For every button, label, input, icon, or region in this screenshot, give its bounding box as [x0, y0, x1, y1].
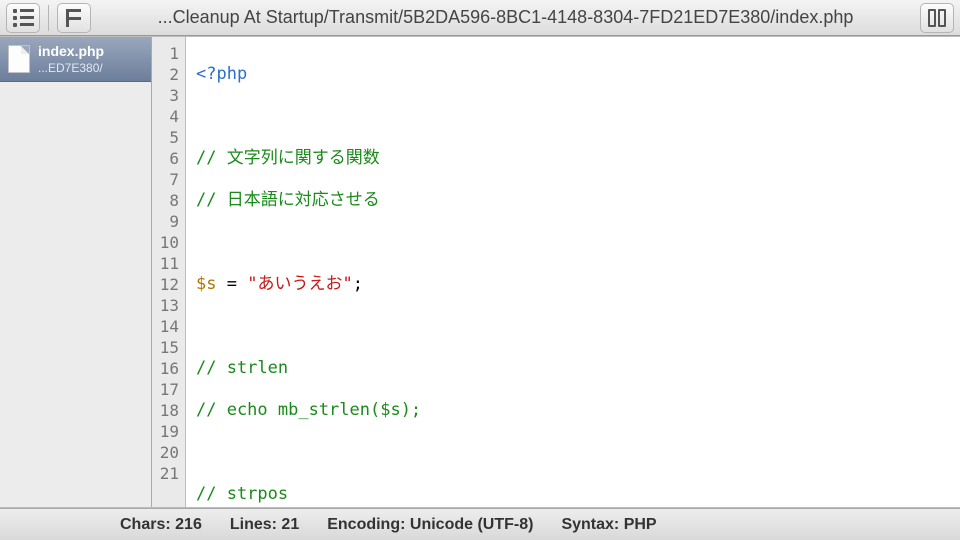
status-encoding: Encoding: Unicode (UTF-8)	[327, 516, 533, 534]
status-chars: Chars: 216	[120, 516, 202, 534]
line-number: 1	[152, 43, 185, 64]
code-line	[196, 316, 950, 337]
window-title: ...Cleanup At Startup/Transmit/5B2DA596-…	[97, 7, 914, 28]
line-number: 12	[152, 274, 185, 295]
line-number: 21	[152, 463, 185, 484]
list-icon	[13, 9, 34, 27]
code-line: <?php	[196, 64, 950, 85]
open-file-tab[interactable]: index.php ...ED7E380/	[0, 37, 151, 82]
line-number: 5	[152, 127, 185, 148]
status-lines: Lines: 21	[230, 516, 299, 534]
line-number: 10	[152, 232, 185, 253]
line-number: 6	[152, 148, 185, 169]
file-tab-text: index.php ...ED7E380/	[38, 43, 104, 75]
line-number: 16	[152, 358, 185, 379]
file-path: ...ED7E380/	[38, 61, 104, 75]
line-number: 14	[152, 316, 185, 337]
tree-icon	[64, 9, 84, 27]
code-line	[196, 232, 950, 253]
code-line: // strlen	[196, 358, 950, 379]
line-number: 4	[152, 106, 185, 127]
code-line: // strpos	[196, 484, 950, 505]
line-number: 20	[152, 442, 185, 463]
code-line: // 文字列に関する関数	[196, 148, 950, 169]
status-bar: Chars: 216 Lines: 21 Encoding: Unicode (…	[0, 508, 960, 540]
line-number: 19	[152, 421, 185, 442]
columns-icon	[928, 9, 946, 27]
status-syntax: Syntax: PHP	[561, 516, 656, 534]
line-number: 9	[152, 211, 185, 232]
file-icon	[8, 45, 30, 73]
code-line	[196, 106, 950, 127]
view-list-button[interactable]	[6, 3, 40, 33]
line-number: 7	[152, 169, 185, 190]
view-tree-button[interactable]	[57, 3, 91, 33]
line-number: 15	[152, 337, 185, 358]
line-number: 3	[152, 85, 185, 106]
toolbar-separator	[48, 5, 49, 31]
code-editor[interactable]: <?php // 文字列に関する関数 // 日本語に対応させる $s = "あい…	[186, 37, 960, 507]
line-number: 17	[152, 379, 185, 400]
file-name: index.php	[38, 43, 104, 59]
line-number: 8	[152, 190, 185, 211]
main-body: index.php ...ED7E380/ 123456789101112131…	[0, 36, 960, 508]
line-number-gutter: 123456789101112131415161718192021	[152, 37, 186, 507]
line-number: 13	[152, 295, 185, 316]
sidebar: index.php ...ED7E380/	[0, 37, 152, 507]
line-number: 11	[152, 253, 185, 274]
code-line: $s = "あいうえお";	[196, 274, 950, 295]
split-view-button[interactable]	[920, 3, 954, 33]
line-number: 18	[152, 400, 185, 421]
code-line	[196, 442, 950, 463]
code-line: // echo mb_strlen($s);	[196, 400, 950, 421]
code-line: // 日本語に対応させる	[196, 190, 950, 211]
toolbar: ...Cleanup At Startup/Transmit/5B2DA596-…	[0, 0, 960, 36]
line-number: 2	[152, 64, 185, 85]
